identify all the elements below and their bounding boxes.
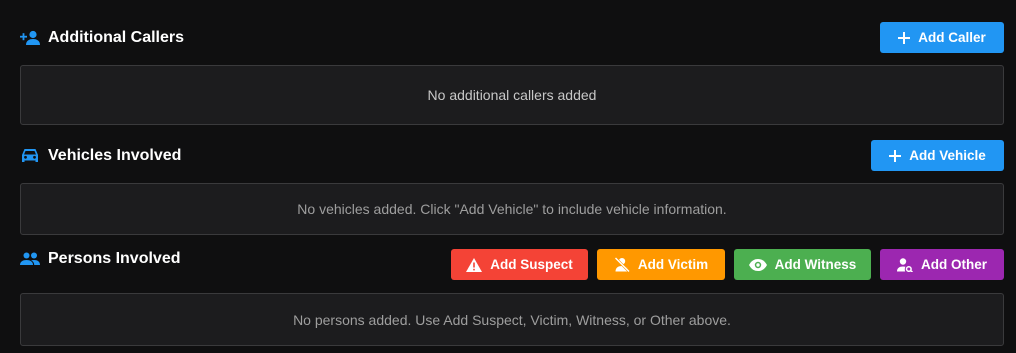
callers-empty-panel: No additional callers added [20, 65, 1004, 125]
plus-icon [889, 149, 902, 162]
callers-header: Additional Callers Add Caller [20, 22, 1004, 53]
persons-empty-panel: No persons added. Use Add Suspect, Victi… [20, 293, 1004, 346]
persons-header: Persons Involved Add Suspect Add Victim … [20, 249, 1004, 280]
persons-title: Persons Involved [20, 250, 181, 268]
vehicles-empty-panel: No vehicles added. Click "Add Vehicle" t… [20, 183, 1004, 235]
warning-icon [466, 257, 483, 272]
car-icon [20, 148, 40, 164]
vehicles-empty-text: No vehicles added. Click "Add Vehicle" t… [297, 201, 727, 217]
add-vehicle-button[interactable]: Add Vehicle [871, 140, 1004, 171]
section-title-text: Vehicles Involved [48, 146, 182, 164]
add-witness-button[interactable]: Add Witness [734, 249, 871, 280]
add-other-label: Add Other [921, 257, 987, 272]
eye-icon [748, 258, 767, 271]
add-caller-button[interactable]: Add Caller [880, 22, 1004, 53]
persons-actions: Add Suspect Add Victim Add Witness Add O… [451, 249, 1004, 280]
add-caller-label: Add Caller [918, 30, 986, 45]
vehicles-header: Vehicles Involved Add Vehicle [20, 140, 1004, 171]
people-icon [20, 252, 40, 266]
add-victim-label: Add Victim [637, 257, 709, 272]
add-witness-label: Add Witness [774, 257, 857, 272]
plus-icon [898, 31, 911, 44]
callers-title: Additional Callers [20, 29, 184, 47]
incident-form: Additional Callers Add Caller No additio… [0, 0, 1016, 353]
vehicles-actions: Add Vehicle [871, 140, 1004, 171]
callers-actions: Add Caller [880, 22, 1004, 53]
add-suspect-button[interactable]: Add Suspect [451, 249, 588, 280]
person-search-icon [897, 257, 913, 272]
add-other-button[interactable]: Add Other [880, 249, 1004, 280]
vehicles-title: Vehicles Involved [20, 147, 181, 165]
person-add-icon [20, 30, 40, 46]
person-off-icon [614, 257, 630, 272]
section-title-text: Persons Involved [48, 249, 181, 267]
persons-empty-text: No persons added. Use Add Suspect, Victi… [293, 311, 731, 328]
add-suspect-label: Add Suspect [490, 257, 573, 272]
add-vehicle-label: Add Vehicle [909, 148, 986, 163]
section-title-text: Additional Callers [48, 28, 185, 46]
callers-empty-text: No additional callers added [427, 87, 597, 103]
add-victim-button[interactable]: Add Victim [597, 249, 725, 280]
